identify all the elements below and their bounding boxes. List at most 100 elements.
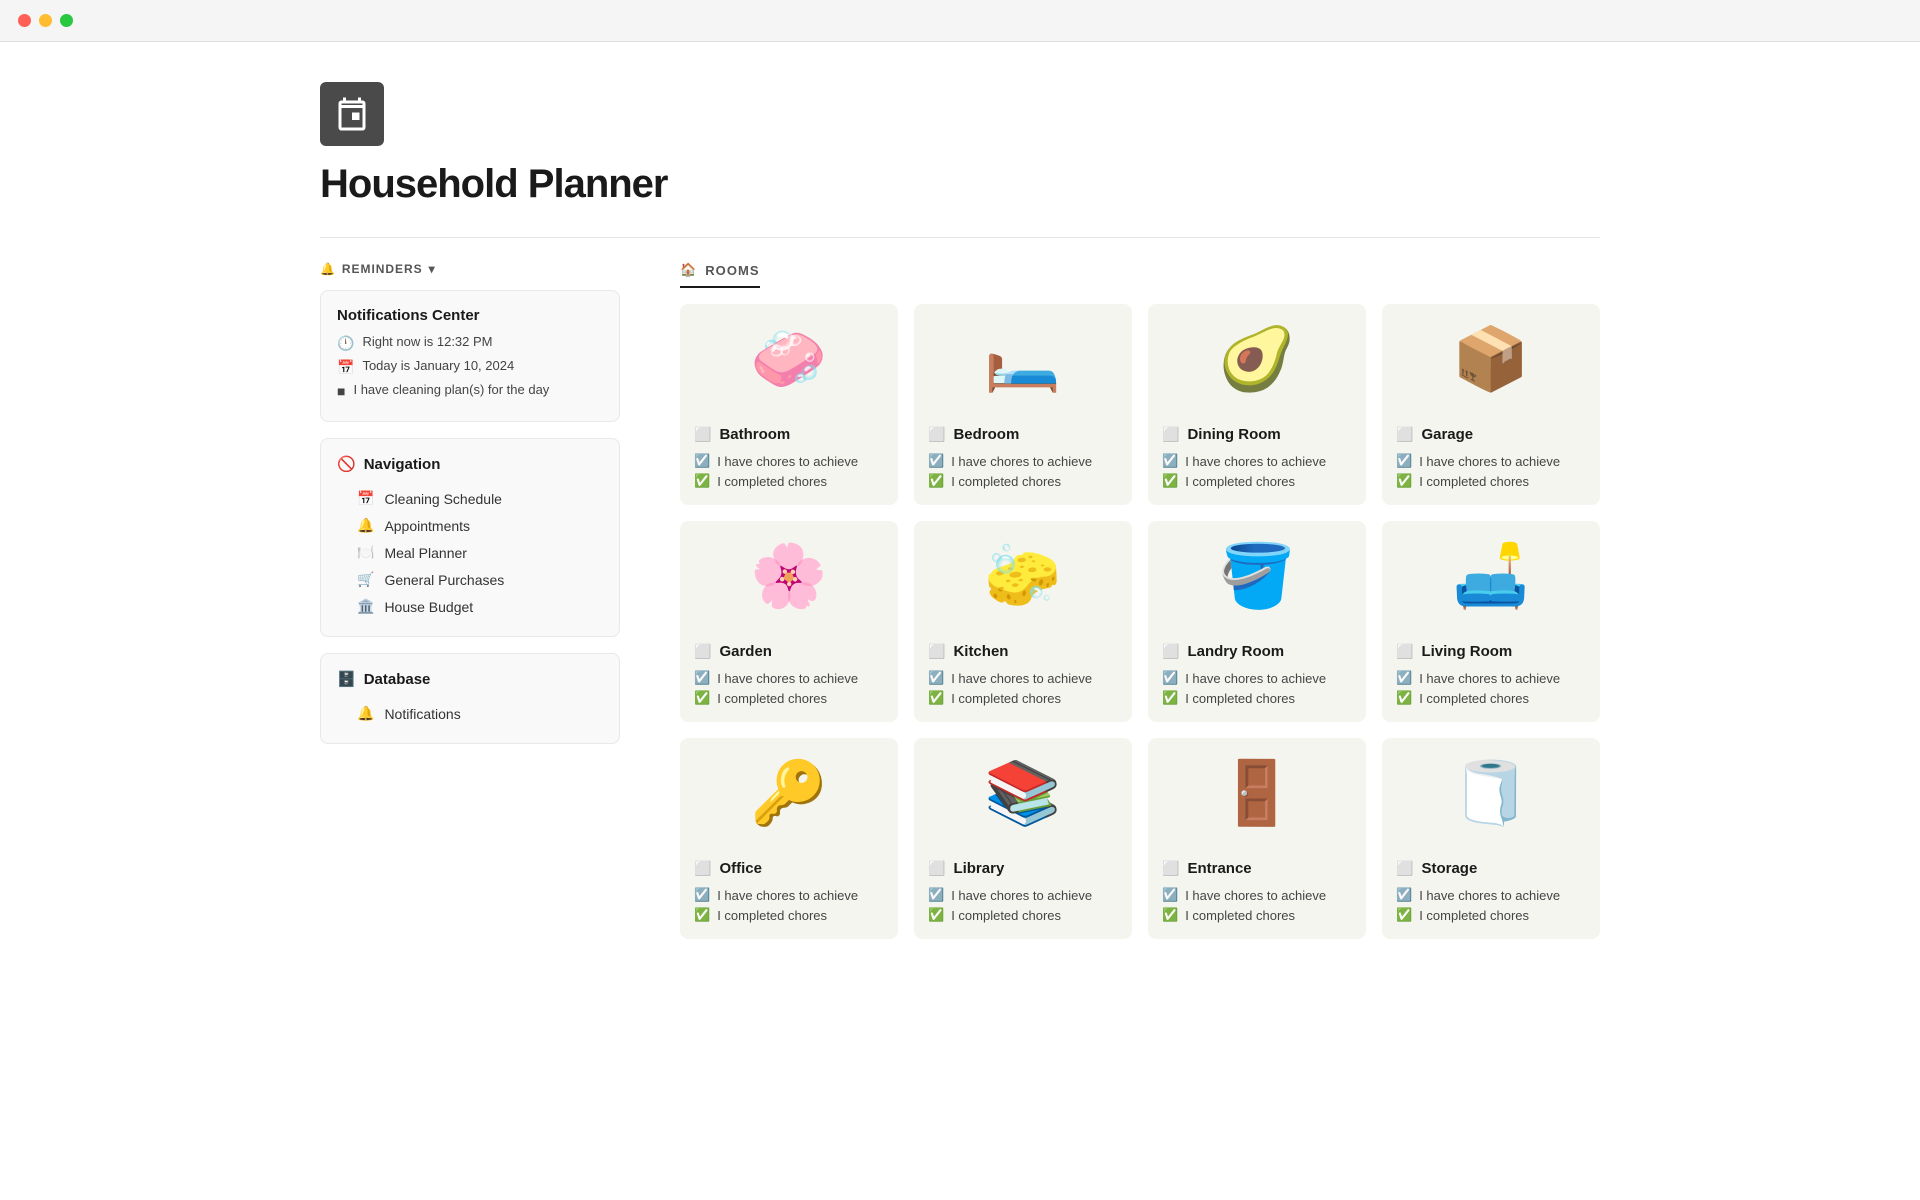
notif-time-text: Right now is 12:32 PM	[362, 334, 492, 349]
notif-time: 🕛 Right now is 12:32 PM	[337, 334, 603, 352]
page-title: Household Planner	[320, 162, 1600, 207]
close-button[interactable]	[18, 14, 31, 27]
database-card: 🗄️ Database 🔔 Notifications	[320, 653, 620, 744]
room-card-library[interactable]: 📚 ⬜ Library ☑️ I have chores to achieve …	[914, 738, 1132, 939]
room-card-kitchen[interactable]: 🧽 ⬜ Kitchen ☑️ I have chores to achieve …	[914, 521, 1132, 722]
room-page-icon: ⬜	[1162, 643, 1179, 660]
chore-achieve: ☑️ I have chores to achieve	[694, 887, 884, 903]
clock-icon: 🕛	[337, 335, 354, 352]
meal-planner-label: Meal Planner	[384, 545, 467, 561]
chore-achieve: ☑️ I have chores to achieve	[694, 670, 884, 686]
notif-cleaning: ■ I have cleaning plan(s) for the day	[337, 382, 603, 399]
room-name-text: Bathroom	[719, 426, 790, 443]
room-card-storage[interactable]: 🧻 ⬜ Storage ☑️ I have chores to achieve …	[1382, 738, 1600, 939]
room-name: ⬜ Landry Room	[1162, 643, 1352, 660]
sidebar-item-appointments[interactable]: 🔔 Appointments	[337, 512, 603, 539]
notif-date-text: Today is January 10, 2024	[362, 358, 514, 373]
chore-achieve-text: I have chores to achieve	[717, 671, 858, 686]
chore-achieve: ☑️ I have chores to achieve	[1396, 453, 1586, 469]
checkbox-checked-icon: ✅	[1396, 907, 1412, 923]
chore-completed: ✅ I completed chores	[1162, 907, 1352, 923]
chore-achieve: ☑️ I have chores to achieve	[928, 887, 1118, 903]
rooms-section-header: 🏠 ROOMS	[680, 262, 760, 288]
room-emoji: 🛋️	[1382, 521, 1600, 631]
house-budget-label: House Budget	[384, 599, 473, 615]
layout: 🔔 REMINDERS ▾ Notifications Center 🕛 Rig…	[320, 262, 1600, 939]
checkbox-checked-icon: ✅	[1162, 473, 1178, 489]
room-card-garden[interactable]: 🌸 ⬜ Garden ☑️ I have chores to achieve ✅…	[680, 521, 898, 722]
navigation-label: Navigation	[364, 456, 441, 473]
room-page-icon: ⬜	[1162, 860, 1179, 877]
room-card-entrance[interactable]: 🚪 ⬜ Entrance ☑️ I have chores to achieve…	[1148, 738, 1366, 939]
minimize-button[interactable]	[39, 14, 52, 27]
sidebar-item-house-budget[interactable]: 🏛️ House Budget	[337, 593, 603, 620]
room-card-body: ⬜ Kitchen ☑️ I have chores to achieve ✅ …	[914, 631, 1132, 722]
chore-achieve: ☑️ I have chores to achieve	[1396, 670, 1586, 686]
page-header: Household Planner	[320, 82, 1600, 207]
chore-completed-text: I completed chores	[951, 691, 1061, 706]
checkbox-unchecked-icon: ☑️	[928, 887, 944, 903]
main-area: 🏠 ROOMS 🧼 ⬜ Bathroom ☑️ I have chores to…	[680, 262, 1600, 939]
bell-icon: 🔔	[320, 262, 336, 276]
room-emoji: 🧼	[680, 304, 898, 414]
chore-completed-text: I completed chores	[951, 474, 1061, 489]
room-card-bedroom[interactable]: 🛏️ ⬜ Bedroom ☑️ I have chores to achieve…	[914, 304, 1132, 505]
cleaning-schedule-label: Cleaning Schedule	[384, 491, 502, 507]
chore-achieve: ☑️ I have chores to achieve	[694, 453, 884, 469]
checkbox-unchecked-icon: ☑️	[1162, 670, 1178, 686]
room-card-living-room[interactable]: 🛋️ ⬜ Living Room ☑️ I have chores to ach…	[1382, 521, 1600, 722]
room-name-text: Living Room	[1421, 643, 1512, 660]
chore-achieve-text: I have chores to achieve	[1419, 888, 1560, 903]
sidebar-item-notifications[interactable]: 🔔 Notifications	[337, 700, 603, 727]
room-name-text: Bedroom	[953, 426, 1019, 443]
room-emoji: 🧽	[914, 521, 1132, 631]
sidebar-item-general-purchases[interactable]: 🛒 General Purchases	[337, 566, 603, 593]
room-emoji: 🚪	[1148, 738, 1366, 848]
room-card-garage[interactable]: 📦 ⬜ Garage ☑️ I have chores to achieve ✅…	[1382, 304, 1600, 505]
chore-completed-text: I completed chores	[1185, 474, 1295, 489]
checkbox-unchecked-icon: ☑️	[1396, 453, 1412, 469]
room-card-body: ⬜ Living Room ☑️ I have chores to achiev…	[1382, 631, 1600, 722]
chore-completed-text: I completed chores	[1185, 691, 1295, 706]
room-emoji: 🧻	[1382, 738, 1600, 848]
room-page-icon: ⬜	[694, 643, 711, 660]
room-name: ⬜ Living Room	[1396, 643, 1586, 660]
chore-achieve: ☑️ I have chores to achieve	[1162, 453, 1352, 469]
room-card-office[interactable]: 🔑 ⬜ Office ☑️ I have chores to achieve ✅…	[680, 738, 898, 939]
chore-achieve-text: I have chores to achieve	[1185, 671, 1326, 686]
notif-cleaning-text: I have cleaning plan(s) for the day	[353, 382, 549, 397]
room-name: ⬜ Kitchen	[928, 643, 1118, 660]
calendar-small-icon: 📅	[337, 359, 354, 376]
room-emoji: 🌸	[680, 521, 898, 631]
room-card-body: ⬜ Dining Room ☑️ I have chores to achiev…	[1148, 414, 1366, 505]
room-card-body: ⬜ Bathroom ☑️ I have chores to achieve ✅…	[680, 414, 898, 505]
room-page-icon: ⬜	[1396, 860, 1413, 877]
chore-achieve-text: I have chores to achieve	[1185, 454, 1326, 469]
sidebar-item-cleaning-schedule[interactable]: 📅 Cleaning Schedule	[337, 485, 603, 512]
checkbox-unchecked-icon: ☑️	[1396, 887, 1412, 903]
chore-completed: ✅ I completed chores	[1162, 473, 1352, 489]
rooms-label: ROOMS	[705, 263, 759, 278]
meal-planner-icon: 🍽️	[357, 544, 374, 561]
room-card-body: ⬜ Library ☑️ I have chores to achieve ✅ …	[914, 848, 1132, 939]
notif-date: 📅 Today is January 10, 2024	[337, 358, 603, 376]
notifications-icon: 🔔	[357, 705, 374, 722]
chore-completed-text: I completed chores	[1185, 908, 1295, 923]
sidebar: 🔔 REMINDERS ▾ Notifications Center 🕛 Rig…	[320, 262, 620, 744]
checkbox-unchecked-icon: ☑️	[928, 670, 944, 686]
main-content: Household Planner 🔔 REMINDERS ▾ Notifica…	[260, 42, 1660, 979]
appointments-icon: 🔔	[357, 517, 374, 534]
checkbox-checked-icon: ✅	[1162, 907, 1178, 923]
maximize-button[interactable]	[60, 14, 73, 27]
room-emoji: 🥑	[1148, 304, 1366, 414]
chevron-down-icon[interactable]: ▾	[429, 262, 436, 276]
room-card-bathroom[interactable]: 🧼 ⬜ Bathroom ☑️ I have chores to achieve…	[680, 304, 898, 505]
database-icon: 🗄️	[337, 670, 356, 688]
chore-achieve-text: I have chores to achieve	[717, 454, 858, 469]
sidebar-item-meal-planner[interactable]: 🍽️ Meal Planner	[337, 539, 603, 566]
chore-achieve: ☑️ I have chores to achieve	[928, 453, 1118, 469]
room-card-dining-room[interactable]: 🥑 ⬜ Dining Room ☑️ I have chores to achi…	[1148, 304, 1366, 505]
room-card-landry-room[interactable]: 🪣 ⬜ Landry Room ☑️ I have chores to achi…	[1148, 521, 1366, 722]
chore-achieve-text: I have chores to achieve	[1419, 671, 1560, 686]
chore-achieve-text: I have chores to achieve	[1419, 454, 1560, 469]
